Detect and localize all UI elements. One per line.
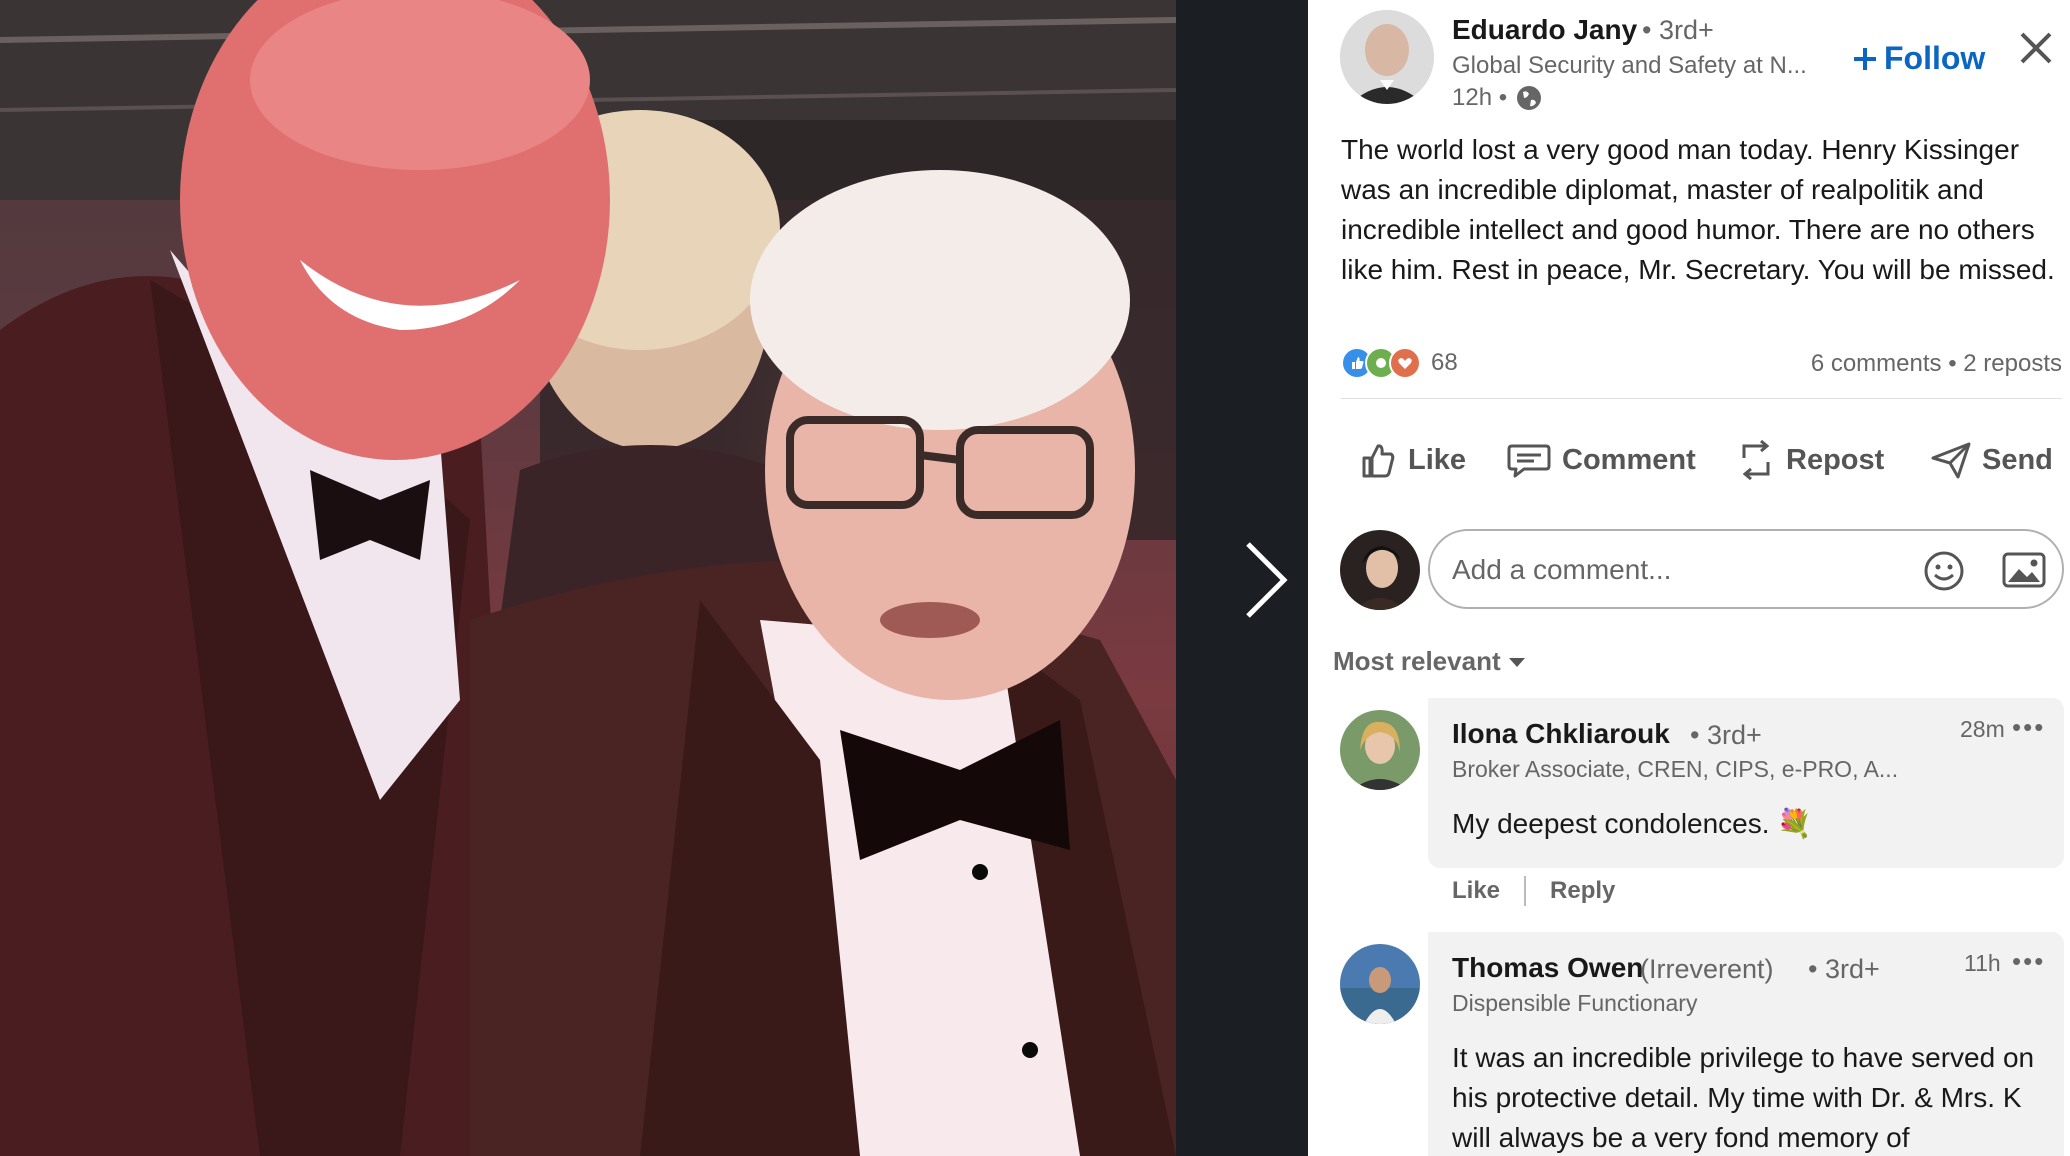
emoji-icon (1924, 551, 1964, 591)
commenter-degree: • 3rd+ (1808, 954, 1880, 984)
comment-more-button[interactable]: ••• (2012, 946, 2045, 977)
comment-icon (1507, 444, 1551, 478)
caret-down-icon (1508, 657, 1525, 667)
follow-button[interactable]: Follow (1852, 40, 1985, 77)
author-name[interactable]: Eduardo Jany (1452, 14, 1637, 46)
image-viewer (0, 0, 1308, 1156)
add-image-button[interactable] (2002, 551, 2046, 594)
author-headline: Global Security and Safety at N... (1452, 52, 1807, 79)
repost-icon (1742, 439, 1770, 481)
commenter-degree: • 3rd+ (1690, 720, 1762, 750)
post-actions-bar: Like Comment Repost Send (1308, 430, 2070, 490)
comment-sort-dropdown[interactable]: Most relevant (1333, 646, 1527, 677)
comment-item: Ilona Chkliarouk • 3rd+ Broker Associate… (1308, 698, 2070, 918)
commenter-avatar[interactable] (1340, 944, 1420, 1024)
like-label: Like (1408, 443, 1467, 476)
image-icon (2002, 552, 2046, 588)
send-button[interactable]: Send (1930, 430, 2053, 490)
comment-label: Comment (1562, 443, 1696, 476)
author-avatar[interactable] (1340, 10, 1434, 104)
send-icon (1931, 442, 1971, 479)
commenter-avatar[interactable] (1340, 710, 1420, 790)
next-image-button[interactable] (1236, 540, 1296, 620)
sort-label: Most relevant (1333, 646, 1501, 676)
engagement-counts: 6 comments • 2 reposts (1811, 350, 2062, 378)
commenter-headline: Broker Associate, CREN, CIPS, e-PRO, A..… (1452, 756, 1899, 782)
reaction-count: 68 (1431, 349, 1458, 376)
reposts-count[interactable]: 2 reposts (1963, 350, 2062, 377)
chevron-right-icon (1246, 542, 1288, 618)
close-icon (2020, 32, 2052, 64)
comment-time: 11h (1964, 950, 2001, 976)
comment-bubble: Ilona Chkliarouk • 3rd+ Broker Associate… (1428, 698, 2064, 868)
comment-item: Thomas Owen (Irreverent) • 3rd+ Dispensi… (1308, 932, 2070, 1156)
love-reaction-icon (1389, 347, 1421, 379)
plus-icon (1854, 47, 1876, 70)
emoji-button[interactable] (1922, 549, 1966, 598)
thumbs-up-icon (1362, 444, 1395, 478)
post-detail-panel: Eduardo Jany • 3rd+ Global Security and … (1308, 0, 2070, 1156)
action-separator (1524, 876, 1527, 906)
commenter-headline: Dispensible Functionary (1452, 990, 1698, 1016)
comment-time: 28m (1960, 716, 2005, 742)
close-button[interactable] (2016, 28, 2056, 68)
commenter-name[interactable]: Ilona Chkliarouk (1452, 718, 1670, 750)
send-label: Send (1982, 443, 2053, 476)
comment-input[interactable] (1450, 541, 1904, 599)
divider (1341, 398, 2062, 399)
reactions-summary[interactable]: 68 (1341, 347, 1458, 379)
like-button[interactable]: Like (1358, 430, 1466, 490)
repost-label: Repost (1786, 443, 1885, 476)
comment-like-button[interactable]: Like (1452, 877, 1500, 905)
comment-actions: Like Reply (1452, 876, 1615, 906)
post-photo (0, 0, 1176, 1156)
post-meta: 12h • (1452, 84, 1543, 112)
commenter-pronoun: (Irreverent) (1640, 954, 1774, 984)
comment-bubble: Thomas Owen (Irreverent) • 3rd+ Dispensi… (1428, 932, 2064, 1156)
comment-box (1428, 529, 2064, 609)
comment-text: My deepest condolences. 💐 (1452, 808, 1813, 839)
counts-separator: • (1948, 350, 1964, 377)
current-user-avatar (1340, 530, 1420, 610)
author-connection-degree: • 3rd+ (1642, 15, 1714, 45)
comment-text: It was an incredible privilege to have s… (1452, 1042, 2035, 1153)
post-time: 12h • (1452, 84, 1508, 111)
globe-icon (1517, 86, 1542, 110)
repost-button[interactable]: Repost (1736, 430, 1884, 490)
comment-more-button[interactable]: ••• (2012, 712, 2045, 743)
comment-button[interactable]: Comment (1506, 430, 1696, 490)
comments-count[interactable]: 6 comments (1811, 350, 1942, 377)
post-text: The world lost a very good man today. He… (1341, 134, 2055, 285)
photo-illustration (0, 0, 1176, 1156)
follow-label: Follow (1884, 40, 1986, 76)
commenter-name[interactable]: Thomas Owen (1452, 952, 1643, 984)
comment-reply-button[interactable]: Reply (1550, 877, 1615, 905)
